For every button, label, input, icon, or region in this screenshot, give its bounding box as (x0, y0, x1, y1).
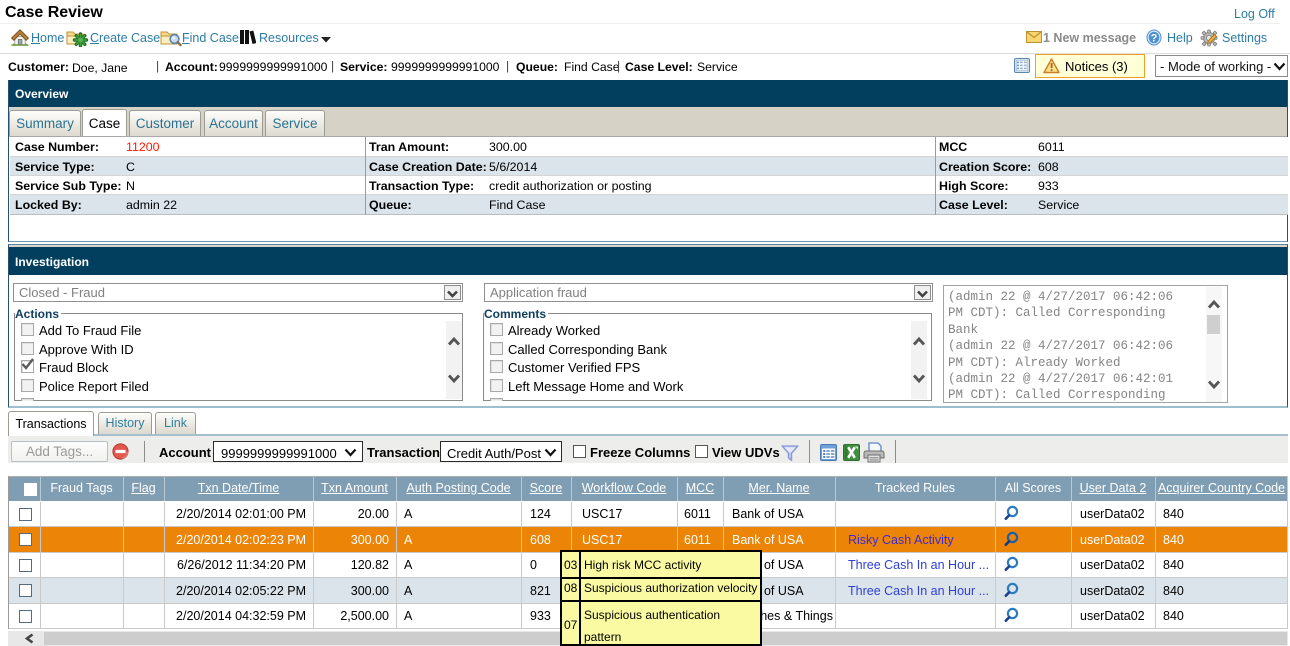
svg-text:?: ? (1151, 33, 1158, 45)
